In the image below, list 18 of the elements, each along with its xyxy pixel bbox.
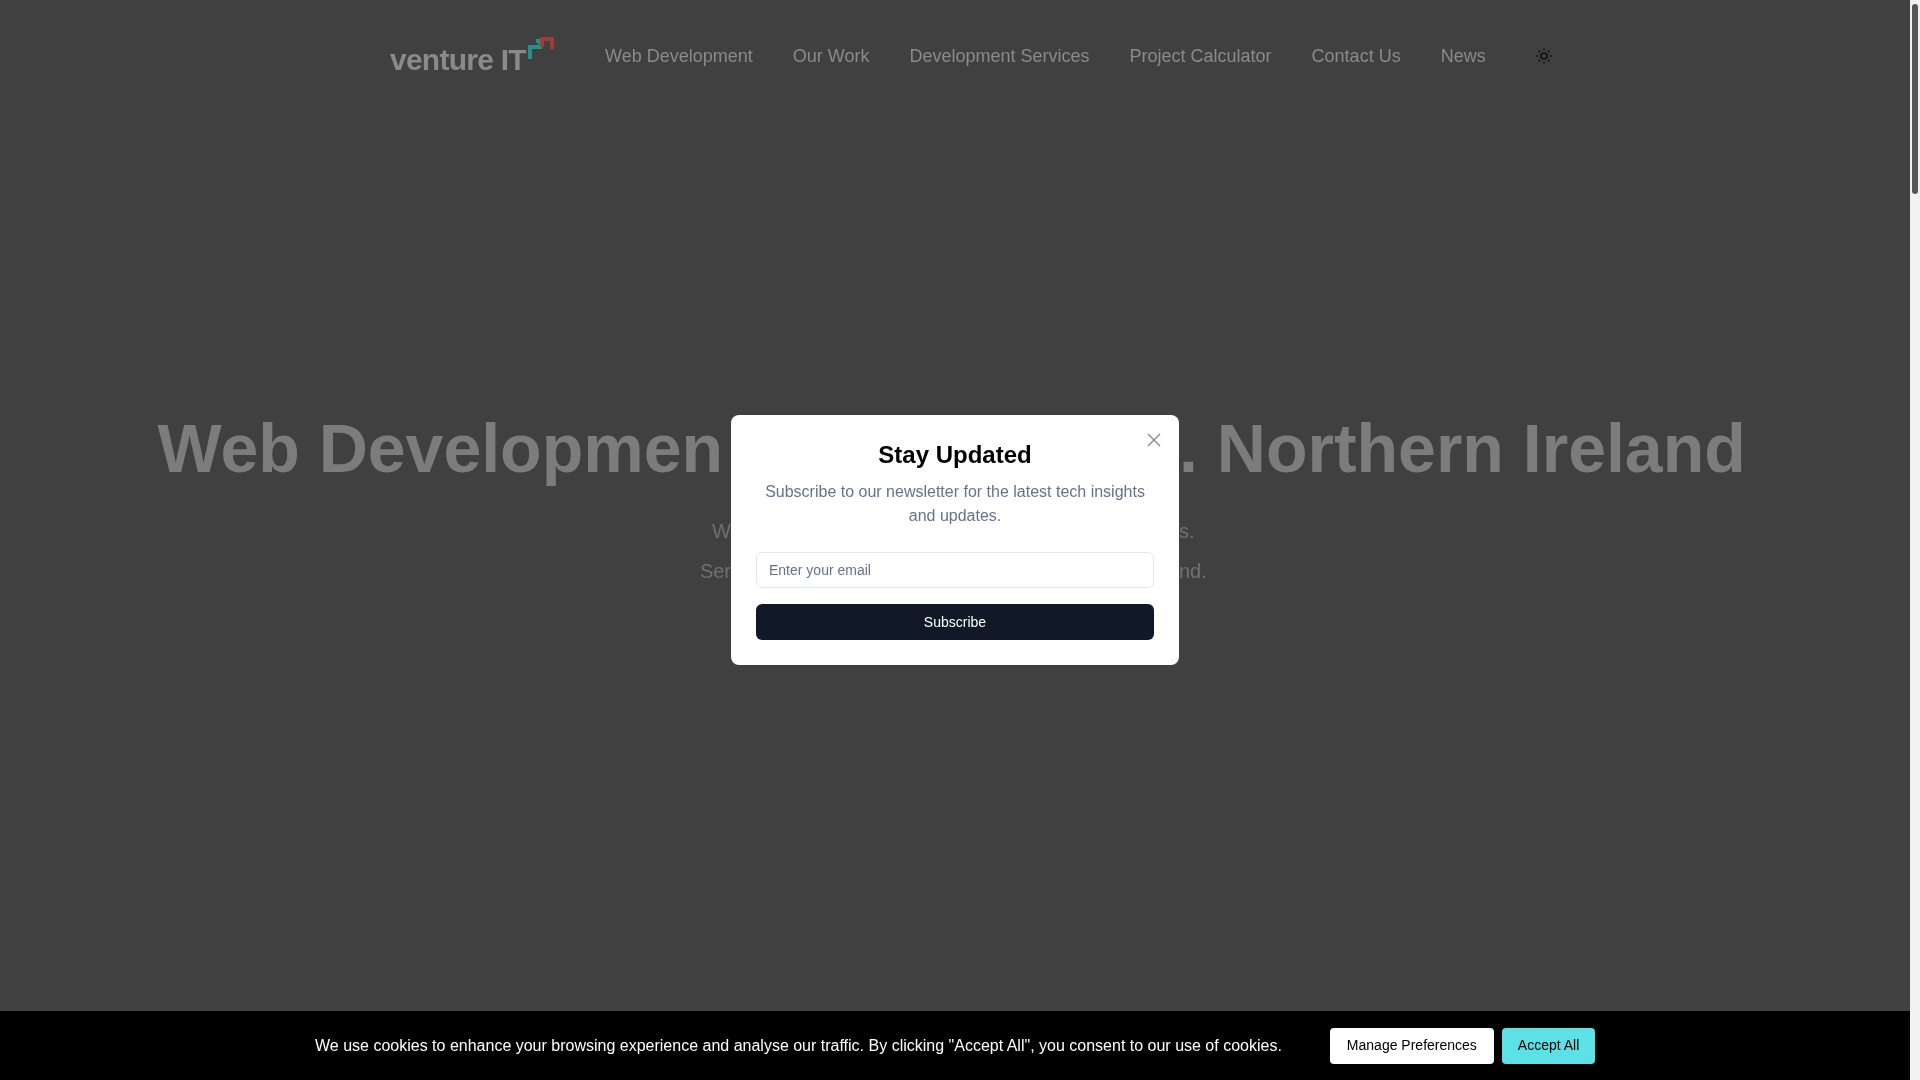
- hero-title: . Northern Ireland: [1179, 409, 1746, 488]
- nav-link[interactable]: Web Development: [605, 42, 753, 70]
- subscribe-button[interactable]: Subscribe: [756, 604, 1154, 640]
- dialog-title: Stay Updated: [878, 440, 1032, 470]
- logo-text[interactable]: venture IT: [390, 45, 526, 75]
- nav-link[interactable]: Our Work: [792, 42, 870, 70]
- cookie-message: We use cookies to enhance your browsing experience and analyse our traffic. By clicking "Accept All", you consent to our use of cookies.: [315, 1035, 1282, 1056]
- email-field[interactable]: Enter your email: [756, 552, 1154, 588]
- theme-toggle-icon[interactable]: [1535, 48, 1552, 64]
- nav-link[interactable]: Development Services: [909, 42, 1090, 70]
- accept-all-button[interactable]: Accept All: [1501, 1027, 1596, 1064]
- hero-title: Web Developmen: [157, 409, 723, 488]
- manage-preferences-button[interactable]: Manage Preferences: [1329, 1027, 1494, 1064]
- nav-link[interactable]: News: [1440, 42, 1486, 70]
- nav-link[interactable]: Project Calculator: [1129, 42, 1272, 70]
- nav-link[interactable]: Contact Us: [1311, 42, 1401, 70]
- dialog-description: Subscribe to our newsletter for the latest tech insights and updates.: [764, 482, 1146, 526]
- close-icon[interactable]: [1147, 433, 1161, 447]
